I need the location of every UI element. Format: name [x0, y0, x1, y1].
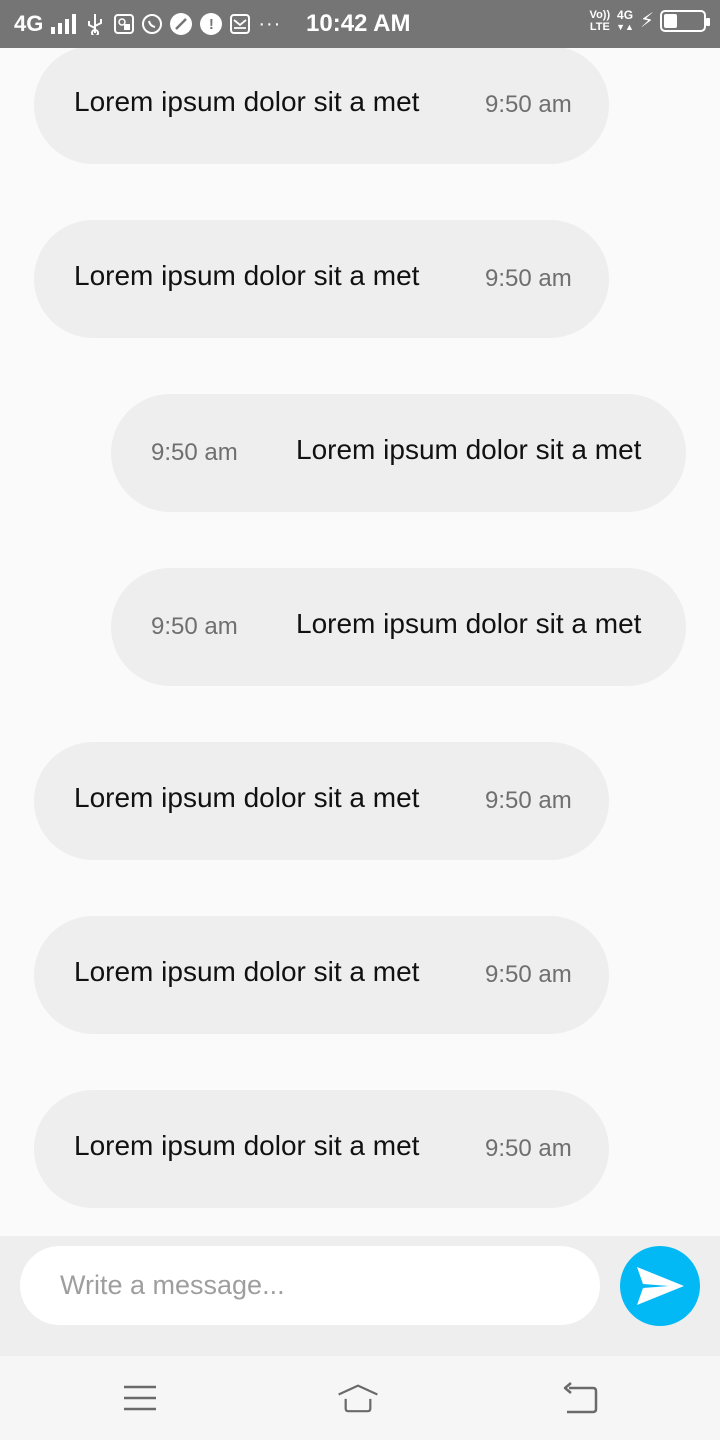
volte-indicator: Vo)) LTE	[589, 8, 611, 33]
usb-debug-icon	[114, 14, 135, 34]
message-time: 9:50 am	[151, 613, 238, 640]
message-bubble-sent[interactable]: 9:50 am Lorem ipsum dolor sit a met	[111, 568, 686, 686]
menu-icon	[124, 1385, 156, 1411]
message-text: Lorem ipsum dolor sit a met	[74, 1130, 420, 1161]
more-icon: ···	[258, 12, 282, 35]
usb-icon	[84, 13, 106, 35]
message-time: 9:50 am	[485, 91, 572, 118]
battery-icon	[660, 9, 710, 32]
status-bar: 4G ! ··· 10:42 AM Vo)) LTE 4G ▼▲ ⚡	[0, 0, 720, 48]
data-indicator: 4G ▼▲	[616, 7, 634, 32]
status-right: Vo)) LTE 4G ▼▲ ⚡	[589, 7, 710, 33]
message-time: 9:50 am	[485, 787, 572, 814]
leaf-icon	[170, 13, 193, 35]
message-time: 9:50 am	[485, 265, 572, 292]
message-text: Lorem ipsum dolor sit a met	[74, 782, 420, 813]
message-time: 9:50 am	[485, 1135, 572, 1162]
message-text: Lorem ipsum dolor sit a met	[296, 608, 642, 639]
home-button[interactable]	[336, 1378, 380, 1418]
alert-icon: !	[200, 13, 223, 35]
message-bubble-received[interactable]: Lorem ipsum dolor sit a met 9:50 am	[34, 48, 609, 164]
navigation-bar	[0, 1356, 720, 1440]
message-text: Lorem ipsum dolor sit a met	[74, 86, 420, 117]
back-button[interactable]	[558, 1378, 602, 1418]
mail-icon	[230, 14, 251, 34]
message-bubble-received[interactable]: Lorem ipsum dolor sit a met 9:50 am	[34, 220, 609, 338]
signal-icon	[51, 14, 77, 34]
message-bubble-sent[interactable]: 9:50 am Lorem ipsum dolor sit a met	[111, 394, 686, 512]
menu-button[interactable]	[118, 1378, 162, 1418]
message-composer	[0, 1236, 720, 1356]
status-left: 4G ! ···	[0, 11, 281, 37]
status-time: 10:42 AM	[306, 10, 411, 37]
network-type: 4G	[14, 11, 44, 36]
message-time: 9:50 am	[151, 439, 238, 466]
message-text: Lorem ipsum dolor sit a met	[74, 956, 420, 987]
message-bubble-received[interactable]: Lorem ipsum dolor sit a met 9:50 am	[34, 1090, 609, 1208]
charging-icon: ⚡	[639, 10, 654, 32]
message-bubble-received[interactable]: Lorem ipsum dolor sit a met 9:50 am	[34, 742, 609, 860]
back-icon	[563, 1382, 598, 1414]
message-bubble-received[interactable]: Lorem ipsum dolor sit a met 9:50 am	[34, 916, 609, 1034]
message-text: Lorem ipsum dolor sit a met	[296, 434, 642, 465]
send-button[interactable]	[620, 1246, 700, 1326]
battery-level	[664, 13, 678, 28]
message-list[interactable]: Lorem ipsum dolor sit a met 9:50 am Lore…	[0, 48, 720, 1236]
message-input[interactable]	[20, 1246, 600, 1325]
home-icon	[338, 1384, 378, 1413]
message-text: Lorem ipsum dolor sit a met	[74, 260, 420, 291]
send-icon	[637, 1267, 684, 1305]
message-time: 9:50 am	[485, 961, 572, 988]
whatsapp-icon	[142, 14, 163, 34]
